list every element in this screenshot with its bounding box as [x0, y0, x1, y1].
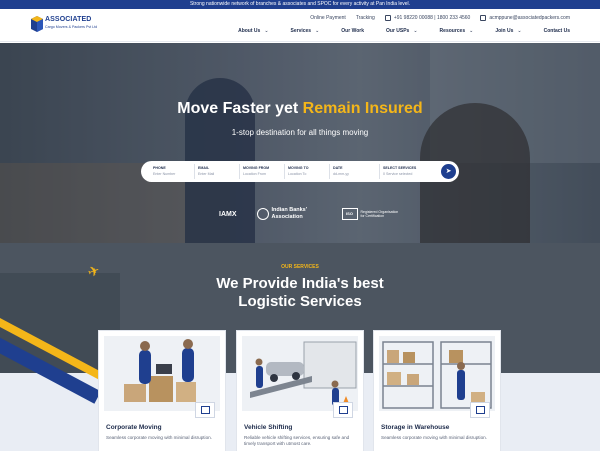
logo-cube-icon — [31, 16, 43, 32]
services-title: We Provide India's best Logistic Service… — [0, 275, 600, 311]
chevron-down-icon: ⌄ — [413, 28, 418, 34]
building-icon — [195, 402, 215, 418]
mail-icon — [480, 14, 487, 21]
chevron-down-icon: ⌄ — [469, 28, 474, 34]
announcement-bar: Strong nationwide network of branches & … — [0, 0, 600, 9]
send-icon: ➤ — [445, 168, 452, 175]
top-links: Online Payment Tracking +91 98220 00088 … — [310, 13, 570, 22]
site-header: ASSOCIATED Cargo Movers & Packers Pvt Lt… — [0, 9, 600, 42]
nav-label: Our USPs — [386, 28, 410, 34]
field-placeholder: Location To — [288, 172, 307, 176]
vehicle-shifting-image — [242, 336, 358, 411]
phone-link[interactable]: +91 98220 00088 | 1800 233 4560 — [384, 14, 471, 21]
iso-badge: ISO Registered Organisation for Certific… — [341, 208, 401, 220]
moving-from-field[interactable]: MOVING FROM Location From — [240, 164, 285, 179]
phone-icon — [384, 14, 391, 21]
warehouse-icon — [470, 402, 490, 418]
nav-label: Resources — [439, 28, 466, 34]
warehouse-storage-image — [379, 336, 495, 411]
logo-title: ASSOCIATED — [45, 16, 92, 23]
field-label: SELECT SERVICES — [383, 166, 417, 170]
online-payment-link[interactable]: Online Payment — [310, 15, 346, 21]
phone-field[interactable]: PHONE Enter Number — [150, 164, 195, 179]
field-label: PHONE — [153, 166, 166, 170]
corporate-moving-image — [104, 336, 220, 411]
iba-emblem-icon — [256, 208, 269, 220]
iba-text: Indian Banks' Association — [271, 207, 308, 220]
hero-title-plain: Move Faster yet — [177, 100, 303, 117]
iso-mark: ISO — [341, 208, 358, 220]
nav-our-work[interactable]: Our Work — [341, 28, 364, 34]
select-services-field[interactable]: SELECT SERVICES 0 Service selected — [380, 164, 436, 179]
chevron-down-icon: ⌄ — [264, 28, 269, 34]
field-placeholder: Location From — [243, 172, 266, 176]
field-placeholder: 0 Service selected — [383, 172, 413, 176]
moving-to-field[interactable]: MOVING TO Location To — [285, 164, 330, 179]
accreditation-badges: IAMX Indian Banks' Association ISO Regis… — [219, 207, 401, 221]
quote-form: PHONE Enter Number EMAIL Enter Mail MOVI… — [141, 161, 459, 182]
chevron-down-icon: ⌄ — [517, 28, 522, 34]
tracking-link[interactable]: Tracking — [356, 15, 375, 21]
main-nav: About Us ⌄ Services ⌄ Our Work Our USPs ⌄ R… — [238, 28, 570, 34]
field-placeholder: Enter Mail — [198, 172, 215, 176]
iba-badge: Indian Banks' Association — [256, 207, 322, 221]
nav-our-usps[interactable]: Our USPs ⌄ — [386, 28, 418, 34]
nav-contact-us[interactable]: Contact Us — [544, 28, 570, 34]
email-field[interactable]: EMAIL Enter Mail — [195, 164, 240, 179]
hero-title-accent: Remain Insured — [302, 100, 423, 117]
logo[interactable]: ASSOCIATED Cargo Movers & Packers Pvt Lt… — [31, 16, 101, 40]
date-field[interactable]: DATE dd-mm-yy — [330, 164, 380, 179]
iamx-badge: IAMX — [219, 211, 237, 218]
field-placeholder: Enter Number — [153, 172, 176, 176]
card-title: Corporate Moving — [106, 424, 162, 431]
nav-label: Join Us — [495, 28, 514, 34]
email-text: acmppune@associatedpackers.com — [489, 14, 570, 21]
hero-subtitle: 1-stop destination for all things moving — [231, 128, 369, 137]
nav-label: Services — [290, 28, 312, 34]
service-card-storage-in-warehouse[interactable]: Storage in Warehouse Seamless corporate … — [373, 330, 501, 451]
field-label: MOVING TO — [288, 166, 309, 170]
announcement-text: Strong nationwide network of branches & … — [189, 1, 411, 7]
card-title: Vehicle Shifting — [244, 424, 293, 431]
iso-text: Registered Organisation for Certificatio… — [360, 210, 399, 218]
card-description: Seamless corporate moving with minimal d… — [381, 435, 487, 440]
nav-about-us[interactable]: About Us ⌄ — [238, 28, 268, 34]
card-description: Reliable vehicle shifting services, ensu… — [244, 435, 350, 447]
field-label: MOVING FROM — [243, 166, 270, 170]
chevron-down-icon: ⌄ — [315, 28, 320, 34]
field-placeholder: dd-mm-yy — [333, 172, 349, 176]
hero-section: Move Faster yet Remain Insured 1-stop de… — [0, 43, 600, 243]
nav-label: Our Work — [341, 28, 364, 34]
field-label: DATE — [333, 166, 343, 170]
hero-title: Move Faster yet Remain Insured — [0, 100, 600, 118]
services-eyebrow: OUR SERVICES — [281, 264, 319, 270]
services-title-line: We Provide India's best — [216, 275, 384, 292]
service-card-corporate-moving[interactable]: Corporate Moving Seamless corporate movi… — [98, 330, 226, 451]
nav-label: About Us — [238, 28, 261, 34]
submit-send-button[interactable]: ➤ — [441, 164, 456, 179]
card-description: Seamless corporate moving with minimal d… — [106, 435, 212, 440]
nav-services[interactable]: Services ⌄ — [291, 28, 320, 34]
card-title: Storage in Warehouse — [381, 424, 450, 431]
service-card-vehicle-shifting[interactable]: Vehicle Shifting Reliable vehicle shifti… — [236, 330, 364, 451]
nav-resources[interactable]: Resources ⌄ — [440, 28, 474, 34]
field-label: EMAIL — [198, 166, 210, 170]
services-title-line: Logistic Services — [238, 293, 362, 310]
phone-text: +91 98220 00088 | 1800 233 4560 — [393, 14, 471, 21]
email-link[interactable]: acmppune@associatedpackers.com — [480, 14, 570, 21]
truck-icon — [333, 402, 353, 418]
nav-label: Contact Us — [543, 28, 570, 34]
nav-join-us[interactable]: Join Us ⌄ — [495, 28, 521, 34]
logo-subtitle: Cargo Movers & Packers Pvt Ltd — [45, 25, 98, 29]
services-section: ✈ OUR SERVICES We Provide India's best L… — [0, 243, 600, 451]
iamx-logo-text: IAMX — [219, 210, 237, 218]
